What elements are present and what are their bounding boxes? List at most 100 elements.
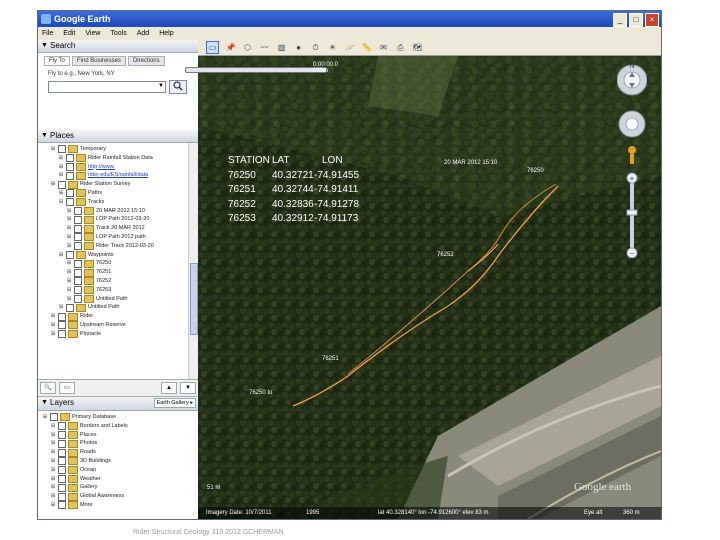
places-tree-row[interactable]: ⊞ Track 20 MAR 2012 [42, 224, 188, 233]
tab-directions[interactable]: Directions [127, 56, 165, 66]
visibility-checkbox[interactable] [66, 171, 74, 180]
expand-icon[interactable]: ⊞ [66, 268, 72, 277]
menu-tools[interactable]: Tools [110, 27, 126, 40]
expand-icon[interactable]: ⊞ [50, 431, 56, 440]
expand-icon[interactable]: ⊞ [50, 475, 56, 484]
polygon-button[interactable]: ⬡ [242, 42, 253, 53]
layers-tree-row[interactable]: ⊞ Gallery [42, 483, 188, 492]
placemark-button[interactable]: 📌 [225, 42, 236, 53]
places-tree-row[interactable]: ⊞ Rider [42, 312, 188, 321]
path-button[interactable]: 〰 [259, 42, 270, 53]
expand-icon[interactable]: ⊞ [66, 233, 72, 242]
search-places-button[interactable]: 🔍 [40, 382, 56, 394]
waypoint-label[interactable]: 76250 [527, 168, 544, 174]
visibility-checkbox[interactable] [58, 422, 66, 431]
layers-panel-header[interactable]: ▼ Layers Earth Gallery ▸ [38, 397, 198, 411]
tour-button[interactable]: ● [293, 42, 304, 53]
expand-icon[interactable]: ⊞ [58, 154, 64, 163]
layers-tree-row[interactable]: ⊞ 3D Buildings [42, 457, 188, 466]
visibility-checkbox[interactable] [74, 286, 82, 295]
visibility-checkbox[interactable] [66, 189, 74, 198]
visibility-checkbox[interactable] [50, 413, 58, 422]
menu-edit[interactable]: Edit [63, 27, 75, 40]
print-button[interactable]: ⎙ [395, 42, 406, 53]
visibility-checkbox[interactable] [58, 145, 66, 154]
menu-view[interactable]: View [85, 27, 100, 40]
expand-icon[interactable]: ⊞ [50, 422, 56, 431]
visibility-checkbox[interactable] [74, 294, 82, 303]
visibility-checkbox[interactable] [74, 242, 82, 251]
historical-imagery-button[interactable]: ⏱ [310, 42, 321, 53]
layers-tree-row[interactable]: ⊞ Global Awareness [42, 492, 188, 501]
visibility-checkbox[interactable] [58, 312, 66, 321]
expand-icon[interactable]: ⊞ [42, 413, 48, 422]
visibility-checkbox[interactable] [66, 198, 74, 207]
move-up-button[interactable]: ▲ [161, 382, 177, 394]
layers-tree-row[interactable]: ⊞ Borders and Labels [42, 422, 188, 431]
visibility-checkbox[interactable] [74, 233, 82, 242]
layers-tree-row[interactable]: ⊞ More [42, 501, 188, 510]
expand-icon[interactable]: ⊞ [58, 198, 64, 207]
email-button[interactable]: ✉ [378, 42, 389, 53]
maximize-button[interactable]: □ [629, 13, 643, 27]
visibility-checkbox[interactable] [74, 206, 82, 215]
places-tree-row[interactable]: ⊞ LOP Path 2012 path [42, 233, 188, 242]
satellite-imagery[interactable] [198, 56, 661, 519]
expand-icon[interactable]: ⊞ [66, 277, 72, 286]
visibility-checkbox[interactable] [58, 439, 66, 448]
visibility-checkbox[interactable] [74, 215, 82, 224]
expand-icon[interactable]: ⊞ [66, 207, 72, 216]
expand-icon[interactable]: ⊞ [50, 145, 56, 154]
menu-help[interactable]: Help [159, 27, 173, 40]
sidebar-toggle-button[interactable]: ▭ [206, 41, 219, 54]
expand-icon[interactable]: ⊞ [50, 439, 56, 448]
scroll-thumb[interactable] [190, 263, 198, 335]
expand-icon[interactable]: ⊞ [58, 189, 64, 198]
places-tree-row[interactable]: ⊞ rider.edu/ES/rainfall/data [42, 171, 188, 180]
close-button[interactable]: × [645, 13, 659, 27]
layers-tree-row[interactable]: ⊞ Roads [42, 448, 188, 457]
expand-icon[interactable]: ⊞ [66, 242, 72, 251]
menu-file[interactable]: File [42, 27, 53, 40]
expand-icon[interactable]: ⊞ [50, 330, 56, 339]
places-panel-header[interactable]: ▼ Places [38, 130, 198, 143]
expand-icon[interactable]: ⊞ [66, 259, 72, 268]
waypoint-label[interactable]: 76251 [322, 356, 339, 362]
visibility-checkbox[interactable] [66, 154, 74, 163]
layers-tree-row[interactable]: ⊞ Photos [42, 439, 188, 448]
track-label[interactable]: 20 MAR 2012 15:10 [444, 160, 497, 166]
visibility-checkbox[interactable] [58, 457, 66, 466]
sun-button[interactable]: ☀ [327, 42, 338, 53]
places-tree-row[interactable]: ⊞ 76251 [42, 268, 188, 277]
expand-icon[interactable]: ⊞ [50, 492, 56, 501]
layers-tree-row[interactable]: ⊞ Weather [42, 474, 188, 484]
search-panel-header[interactable]: ▼ Search [38, 40, 198, 53]
visibility-checkbox[interactable] [58, 330, 66, 339]
search-button[interactable] [169, 80, 187, 94]
expand-icon[interactable]: ⊞ [66, 215, 72, 224]
planet-button[interactable]: 🪐 [344, 42, 355, 53]
visibility-checkbox[interactable] [58, 466, 66, 475]
waypoint-label[interactable]: 76252 [437, 252, 454, 258]
places-tree-row[interactable]: ⊞ Tracks [42, 198, 188, 207]
ruler-button[interactable]: 📏 [361, 42, 372, 53]
visibility-checkbox[interactable] [58, 448, 66, 457]
visibility-checkbox[interactable] [74, 259, 82, 268]
places-tree-row[interactable]: ⊞ 76253 [42, 286, 188, 295]
toggle-view-button[interactable]: ▭ [59, 382, 75, 394]
places-tree-row[interactable]: ⊞ Untitled Path [42, 303, 188, 312]
visibility-checkbox[interactable] [74, 268, 82, 277]
expand-icon[interactable]: ⊞ [50, 312, 56, 321]
overlay-button[interactable]: ▧ [276, 42, 287, 53]
visibility-checkbox[interactable] [58, 492, 66, 501]
visibility-checkbox[interactable] [74, 277, 82, 286]
visibility-checkbox[interactable] [66, 162, 74, 171]
visibility-checkbox[interactable] [58, 483, 66, 492]
places-tree-row[interactable]: ⊞ Rider Station Survey [42, 180, 188, 189]
expand-icon[interactable]: ⊞ [50, 180, 56, 189]
layers-tree-row[interactable]: ⊞ Primary Database [42, 413, 188, 422]
move-down-button[interactable]: ▼ [180, 382, 196, 394]
expand-icon[interactable]: ⊞ [58, 163, 64, 172]
expand-icon[interactable]: ⊞ [50, 448, 56, 457]
places-tree-row[interactable]: ⊞ Paths [42, 189, 188, 198]
